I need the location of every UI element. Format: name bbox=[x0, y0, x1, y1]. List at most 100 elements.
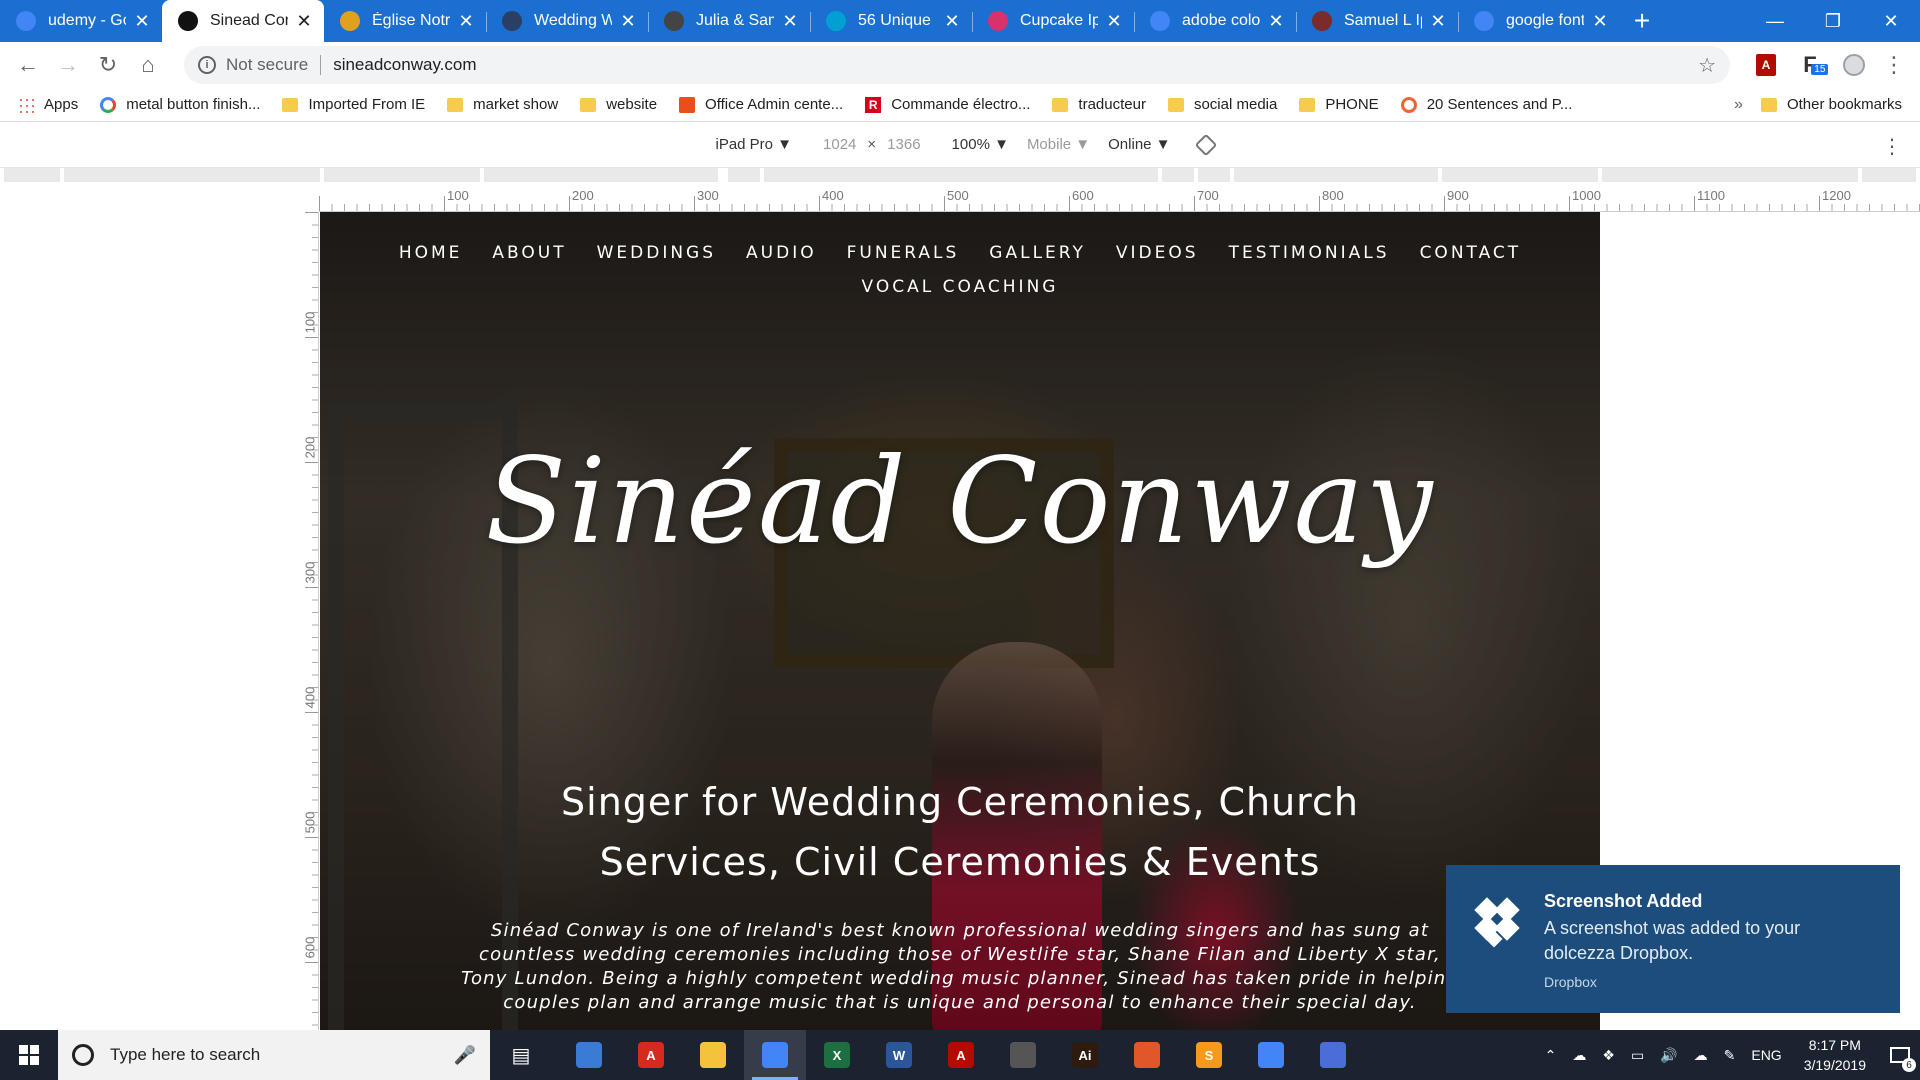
device-width-input[interactable]: 1024 bbox=[823, 136, 856, 153]
nav-link-gallery[interactable]: GALLERY bbox=[974, 236, 1101, 270]
zoom-select[interactable]: 100% ▼ bbox=[952, 136, 1009, 153]
media-query-segment[interactable] bbox=[728, 168, 760, 182]
bookmark-item[interactable]: Imported From IE bbox=[282, 96, 425, 113]
nav-link-videos[interactable]: VIDEOS bbox=[1101, 236, 1214, 270]
fontface-extension-icon[interactable]: F 15 bbox=[1788, 45, 1832, 85]
url-text[interactable]: sineadconway.com bbox=[333, 55, 1698, 75]
taskbar-app[interactable]: Ai bbox=[1054, 1030, 1116, 1080]
onedrive-icon[interactable]: ☁ bbox=[1572, 1047, 1586, 1064]
media-query-segment[interactable] bbox=[4, 168, 60, 182]
clock[interactable]: 8:17 PM 3/19/2019 bbox=[1804, 1035, 1866, 1075]
media-query-segment[interactable] bbox=[764, 168, 1158, 182]
bookmark-item[interactable]: Office Admin cente... bbox=[679, 96, 843, 113]
nav-link-weddings[interactable]: WEDDINGS bbox=[582, 236, 731, 270]
action-center-icon[interactable]: 6 bbox=[1880, 1030, 1920, 1080]
bookmark-item[interactable]: social media bbox=[1167, 96, 1277, 113]
reload-icon[interactable]: ↻ bbox=[88, 45, 128, 85]
bookmark-item[interactable]: PHONE bbox=[1299, 96, 1379, 113]
tab[interactable]: 56 Unique L ✕ bbox=[810, 0, 972, 42]
acrobat-extension-icon[interactable]: A bbox=[1744, 45, 1788, 85]
media-query-segment[interactable] bbox=[1162, 168, 1194, 182]
tab-close-icon[interactable]: ✕ bbox=[132, 11, 152, 32]
tab-close-icon[interactable]: ✕ bbox=[1104, 11, 1124, 32]
dropbox-tray-icon[interactable]: ❖ bbox=[1602, 1047, 1615, 1064]
tab-close-icon[interactable]: ✕ bbox=[618, 11, 638, 32]
bookmark-item[interactable]: metal button finish... bbox=[100, 96, 260, 113]
tab-close-icon[interactable]: ✕ bbox=[1428, 11, 1448, 32]
profile-avatar[interactable] bbox=[1832, 45, 1876, 85]
battery-icon[interactable]: ▭ bbox=[1631, 1047, 1644, 1064]
pen-icon[interactable]: ✎ bbox=[1724, 1047, 1736, 1064]
tab-active[interactable]: Sinead Conw ✕ bbox=[162, 0, 324, 42]
new-tab-button[interactable]: + bbox=[1620, 0, 1664, 42]
device-select[interactable]: iPad Pro ▼ bbox=[715, 136, 792, 153]
volume-icon[interactable]: 🔊 bbox=[1660, 1047, 1677, 1064]
tab[interactable]: Église Notre ✕ bbox=[324, 0, 486, 42]
taskbar-app[interactable] bbox=[744, 1030, 806, 1080]
nav-link-home[interactable]: HOME bbox=[384, 236, 478, 270]
tab[interactable]: Wedding Wo ✕ bbox=[486, 0, 648, 42]
close-window-icon[interactable]: ✕ bbox=[1862, 0, 1920, 42]
taskbar-app[interactable] bbox=[1116, 1030, 1178, 1080]
media-query-segment[interactable] bbox=[1862, 168, 1916, 182]
nav-link-testimonials[interactable]: TESTIMONIALS bbox=[1214, 236, 1405, 270]
taskbar-app[interactable] bbox=[1302, 1030, 1364, 1080]
nav-link-vocal-coaching[interactable]: VOCAL COACHING bbox=[847, 270, 1074, 304]
start-button[interactable] bbox=[0, 1030, 58, 1080]
address-bar[interactable]: i Not secure sineadconway.com ☆ bbox=[184, 46, 1730, 84]
bookmark-item[interactable]: market show bbox=[447, 96, 558, 113]
bookmark-star-icon[interactable]: ☆ bbox=[1698, 53, 1716, 78]
tab[interactable]: Julia & Sam ✕ bbox=[648, 0, 810, 42]
home-icon[interactable]: ⌂ bbox=[128, 45, 168, 85]
bookmark-item[interactable]: 20 Sentences and P... bbox=[1400, 96, 1572, 113]
taskbar-app[interactable] bbox=[682, 1030, 744, 1080]
bookmark-item[interactable]: traducteur bbox=[1052, 96, 1146, 113]
bookmark-item[interactable]: website bbox=[580, 96, 657, 113]
other-bookmarks[interactable]: Other bookmarks bbox=[1760, 96, 1902, 113]
cloud-upload-icon[interactable]: ☁ bbox=[1694, 1047, 1708, 1064]
media-query-segment[interactable] bbox=[1234, 168, 1438, 182]
tab[interactable]: adobe color ✕ bbox=[1134, 0, 1296, 42]
nav-link-about[interactable]: ABOUT bbox=[477, 236, 581, 270]
taskbar-app[interactable] bbox=[1240, 1030, 1302, 1080]
restore-icon[interactable]: ❐ bbox=[1804, 0, 1862, 42]
taskbar-app[interactable]: S bbox=[1178, 1030, 1240, 1080]
tab[interactable]: google fonts ✕ bbox=[1458, 0, 1620, 42]
media-query-segment[interactable] bbox=[1602, 168, 1858, 182]
tab-close-icon[interactable]: ✕ bbox=[942, 11, 962, 32]
language-indicator[interactable]: ENG bbox=[1751, 1047, 1781, 1063]
taskbar-app[interactable]: X bbox=[806, 1030, 868, 1080]
nav-link-funerals[interactable]: FUNERALS bbox=[832, 236, 975, 270]
media-query-segment[interactable] bbox=[484, 168, 718, 182]
taskbar-app[interactable]: W bbox=[868, 1030, 930, 1080]
tab-close-icon[interactable]: ✕ bbox=[294, 11, 314, 32]
nav-link-audio[interactable]: AUDIO bbox=[731, 236, 832, 270]
tab[interactable]: udemy - Goo ✕ bbox=[0, 0, 162, 42]
info-icon[interactable]: i bbox=[198, 56, 216, 74]
bookmarks-overflow-icon[interactable]: » bbox=[1734, 96, 1743, 114]
media-query-segment[interactable] bbox=[324, 168, 480, 182]
tab[interactable]: Samuel L Ips ✕ bbox=[1296, 0, 1458, 42]
taskbar-app[interactable]: A bbox=[930, 1030, 992, 1080]
tab-close-icon[interactable]: ✕ bbox=[456, 11, 476, 32]
tab-close-icon[interactable]: ✕ bbox=[1590, 11, 1610, 32]
media-query-segment[interactable] bbox=[1442, 168, 1598, 182]
tab-close-icon[interactable]: ✕ bbox=[780, 11, 800, 32]
task-view-icon[interactable]: ▤ bbox=[490, 1030, 552, 1080]
media-query-segment[interactable] bbox=[64, 168, 320, 182]
taskbar-app[interactable] bbox=[992, 1030, 1054, 1080]
show-hidden-icons[interactable]: ⌃ bbox=[1545, 1047, 1557, 1064]
rotate-icon[interactable] bbox=[1194, 133, 1217, 156]
device-height-input[interactable]: 1366 bbox=[887, 136, 920, 153]
forward-icon[interactable]: → bbox=[48, 45, 88, 85]
bookmark-item[interactable]: R Commande électro... bbox=[865, 96, 1030, 113]
media-query-segment[interactable] bbox=[1198, 168, 1230, 182]
bookmark-item[interactable]: Apps bbox=[18, 96, 78, 113]
taskbar-search-box[interactable]: Type here to search 🎤 bbox=[58, 1030, 490, 1080]
minimize-icon[interactable]: — bbox=[1746, 0, 1804, 42]
back-icon[interactable]: ← bbox=[8, 45, 48, 85]
taskbar-app[interactable] bbox=[558, 1030, 620, 1080]
device-toolbar-menu-icon[interactable]: ⋮ bbox=[1882, 134, 1902, 159]
taskbar-app[interactable]: A bbox=[620, 1030, 682, 1080]
tab[interactable]: Cupcake Ips ✕ bbox=[972, 0, 1134, 42]
